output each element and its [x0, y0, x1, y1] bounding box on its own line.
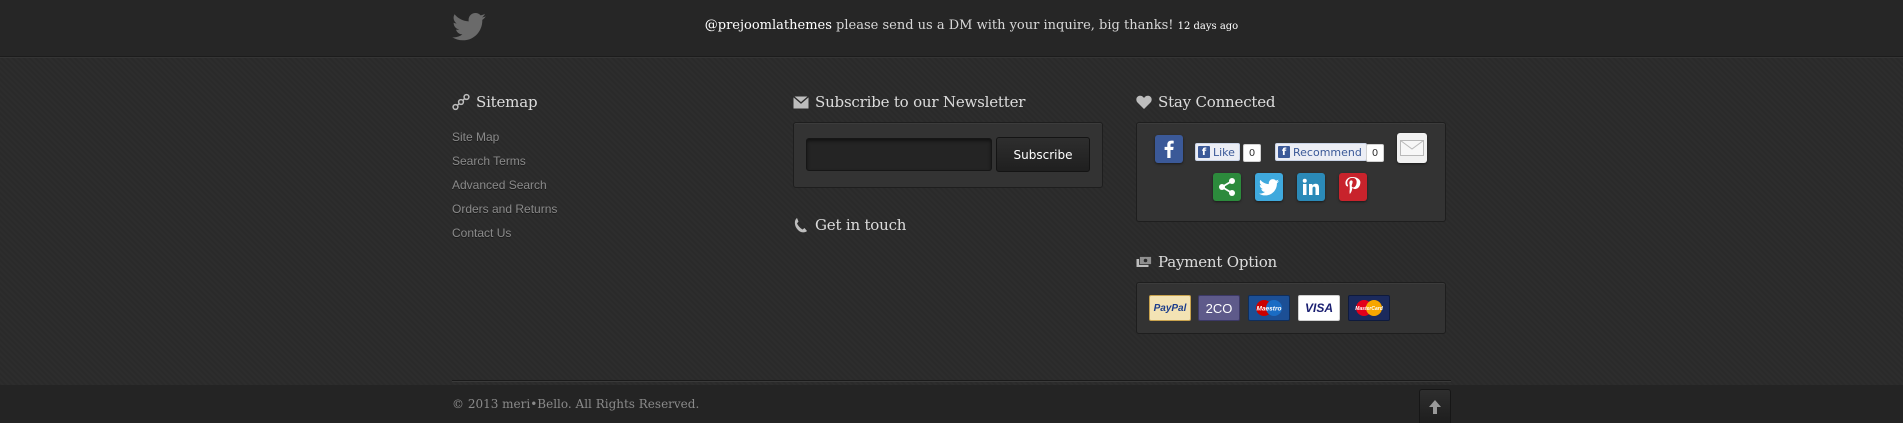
- subscribe-button[interactable]: Subscribe: [996, 137, 1090, 172]
- like-count: 0: [1243, 144, 1261, 162]
- payment-title: Payment Option: [1158, 253, 1278, 271]
- tweet-handle-link[interactable]: @prejoomlathemes: [705, 18, 832, 33]
- recommend-count: 0: [1366, 144, 1384, 162]
- tweet-message: please send us a DM with your inquire, b…: [831, 18, 1178, 33]
- latest-tweet: @prejoomlathemes please send us a DM wit…: [0, 18, 1903, 33]
- 2co-label: 2CO: [1205, 300, 1233, 316]
- maestro-icon: Maestro: [1256, 300, 1282, 316]
- sitemap-title: Sitemap: [476, 93, 538, 111]
- linkedin-share-button[interactable]: [1297, 173, 1325, 201]
- email-share-button[interactable]: [1397, 133, 1427, 163]
- back-to-top-button[interactable]: [1419, 389, 1451, 423]
- stay-connected-title: Stay Connected: [1158, 93, 1276, 111]
- share-button[interactable]: [1213, 173, 1241, 201]
- get-in-touch-title: Get in touch: [815, 216, 907, 234]
- like-label: Like: [1213, 145, 1235, 159]
- sitemap-link-site-map[interactable]: Site Map: [452, 130, 499, 144]
- bottom-bar: [0, 385, 1903, 423]
- facebook-f-icon: f: [1198, 146, 1210, 158]
- sitemap-link-advanced-search[interactable]: Advanced Search: [452, 178, 547, 192]
- heart-icon: [1136, 95, 1152, 109]
- paypal-card: PayPal: [1149, 295, 1191, 321]
- phone-icon: [794, 218, 807, 233]
- twitter-bar: @prejoomlathemes please send us a DM wit…: [0, 0, 1903, 57]
- sitemap-icon: [452, 93, 470, 111]
- arrow-up-icon: [1429, 399, 1441, 414]
- newsletter-email-input[interactable]: [806, 138, 992, 171]
- 2co-card: 2CO: [1198, 295, 1240, 321]
- tweet-time-link[interactable]: 12 days ago: [1178, 21, 1239, 32]
- mastercard-icon: MasterCard: [1355, 300, 1384, 316]
- envelope-icon: [793, 95, 809, 108]
- sitemap-heading: Sitemap: [452, 92, 752, 112]
- twitter-icon: [1259, 178, 1279, 195]
- facebook-button[interactable]: [1155, 135, 1183, 163]
- newsletter-column: Subscribe to our Newsletter Subscribe Ge…: [793, 92, 1103, 235]
- payment-heading: Payment Option: [1136, 252, 1446, 272]
- facebook-f-icon: f: [1278, 146, 1290, 158]
- email-icon: [1400, 140, 1424, 156]
- copyright-text: © 2013 meri•Bello. All Rights Reserved.: [452, 397, 700, 411]
- pinterest-icon: [1345, 177, 1361, 194]
- facebook-like-button[interactable]: f Like: [1195, 143, 1240, 161]
- sitemap-link-orders-returns[interactable]: Orders and Returns: [452, 202, 557, 216]
- stay-connected-column: Stay Connected f Like 0 f Recommend 0 Pa…: [1136, 92, 1446, 334]
- money-icon: [1136, 255, 1152, 267]
- facebook-icon: [1164, 140, 1174, 158]
- mastercard-card: MasterCard: [1348, 295, 1390, 321]
- sitemap-links: Site Map Search Terms Advanced Search Or…: [452, 125, 752, 245]
- payment-box: PayPal 2CO Maestro VISA MasterCard: [1136, 282, 1446, 334]
- newsletter-title: Subscribe to our Newsletter: [815, 93, 1026, 111]
- facebook-recommend-button[interactable]: f Recommend: [1275, 143, 1367, 161]
- svg-text:Maestro: Maestro: [1257, 306, 1282, 313]
- footer-divider: [452, 380, 1451, 382]
- sitemap-link-search-terms[interactable]: Search Terms: [452, 154, 526, 168]
- maestro-card: Maestro: [1248, 295, 1290, 321]
- visa-label: VISA: [1304, 301, 1333, 315]
- newsletter-form: Subscribe: [793, 122, 1103, 188]
- visa-card: VISA: [1298, 295, 1340, 321]
- linkedin-icon: [1302, 178, 1319, 195]
- paypal-label: PayPal: [1153, 302, 1187, 314]
- sitemap-column: Sitemap Site Map Search Terms Advanced S…: [452, 92, 752, 245]
- recommend-label: Recommend: [1293, 145, 1362, 159]
- pinterest-share-button[interactable]: [1339, 173, 1367, 201]
- stay-connected-heading: Stay Connected: [1136, 92, 1446, 112]
- social-box: f Like 0 f Recommend 0: [1136, 122, 1446, 222]
- twitter-share-button[interactable]: [1255, 173, 1283, 201]
- sitemap-link-contact-us[interactable]: Contact Us: [452, 226, 511, 240]
- footer-page: @prejoomlathemes please send us a DM wit…: [0, 0, 1903, 423]
- svg-text:MasterCard: MasterCard: [1355, 306, 1383, 312]
- newsletter-heading: Subscribe to our Newsletter: [793, 92, 1103, 112]
- get-in-touch-heading: Get in touch: [793, 215, 1103, 235]
- share-icon: [1219, 178, 1235, 196]
